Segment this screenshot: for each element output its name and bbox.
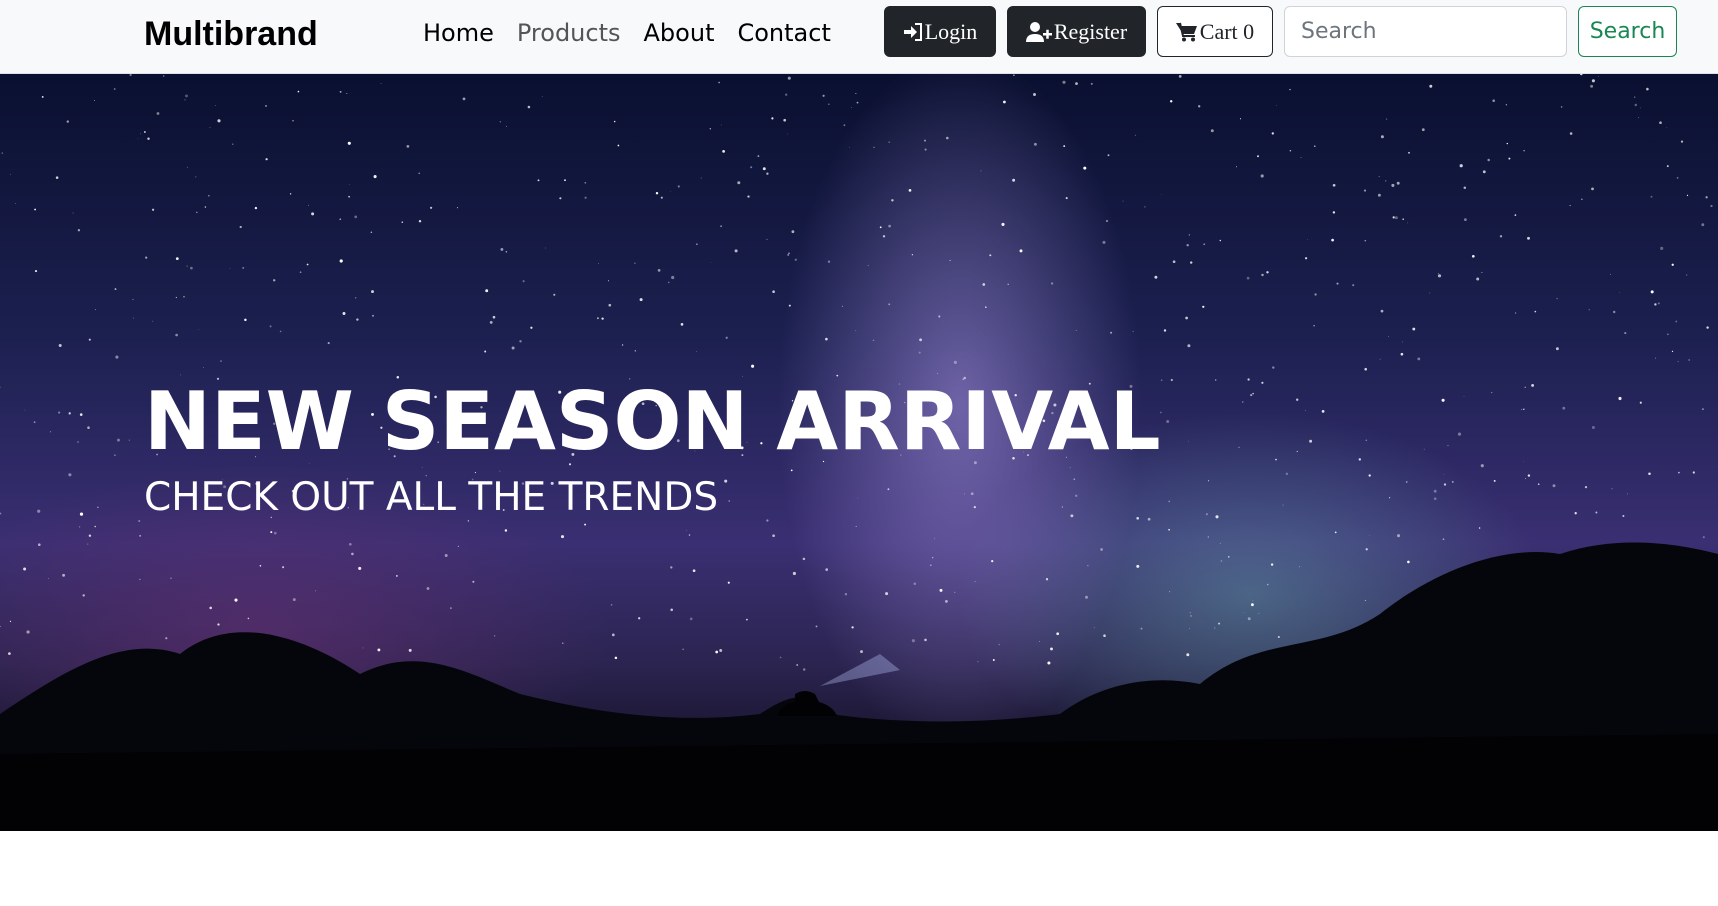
hero-subtitle: CHECK OUT ALL THE TRENDS: [144, 475, 719, 520]
nav-link-products[interactable]: Products: [517, 19, 621, 47]
hero-text: NEW SEASON ARRIVAL CHECK OUT ALL THE TRE…: [144, 374, 1161, 526]
cart-label: Cart 0: [1199, 19, 1255, 44]
search-input[interactable]: [1284, 6, 1567, 57]
hero-banner: NEW SEASON ARRIVAL CHECK OUT ALL THE TRE…: [0, 74, 1718, 831]
register-label: Register: [1053, 19, 1128, 44]
cart-button[interactable]: Cart 0: [1157, 6, 1273, 57]
navbar: Multibrand Home Products About Contact L…: [0, 0, 1718, 74]
search-button[interactable]: Search: [1578, 6, 1677, 57]
brand-logo[interactable]: Multibrand: [144, 12, 318, 56]
hero-title: NEW SEASON ARRIVAL: [144, 375, 1161, 468]
register-button[interactable]: Register: [1007, 6, 1146, 57]
nav-links: Home Products About Contact: [423, 14, 831, 52]
headlamp-beam: [820, 654, 900, 686]
nav-link-about[interactable]: About: [644, 19, 715, 47]
nav-link-contact[interactable]: Contact: [737, 19, 830, 47]
login-label: Login: [924, 19, 978, 44]
login-button[interactable]: Login: [884, 6, 996, 57]
sign-in-icon: [903, 22, 922, 41]
nav-link-home[interactable]: Home: [423, 19, 494, 47]
shopping-cart-icon: [1175, 22, 1197, 41]
user-plus-icon: [1025, 21, 1052, 42]
